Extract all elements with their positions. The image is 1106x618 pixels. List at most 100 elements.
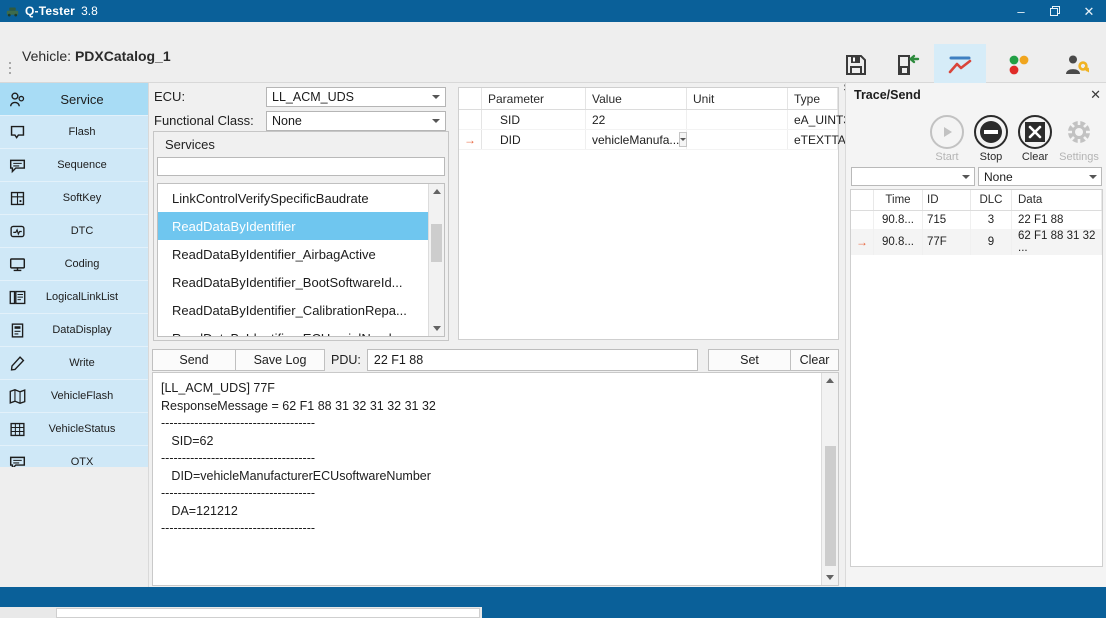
- gear-icon: [1062, 115, 1096, 149]
- trace-filter-left-select[interactable]: [851, 167, 975, 186]
- col-data[interactable]: Data: [1011, 190, 1102, 211]
- trace-settings-button[interactable]: Settings: [1057, 115, 1101, 163]
- sidebar-item-logicallinklist[interactable]: LogicalLinkList: [0, 281, 148, 314]
- sidebar-item-label: Write: [69, 357, 95, 369]
- col-parameter[interactable]: Parameter: [481, 88, 586, 110]
- sidebar: Service Flash Sequence SoftKey DTC Codin…: [0, 83, 149, 618]
- list-icon: [0, 289, 34, 306]
- service-list-item[interactable]: ReadDataByIdentifier_ECUserialNumber: [158, 324, 444, 337]
- cell-dlc: 3: [970, 210, 1012, 229]
- functional-class-label: Functional Class:: [154, 113, 254, 128]
- table-row[interactable]: SID 22 eA_UINT32: [459, 109, 857, 130]
- sidebar-item-service[interactable]: Service: [0, 83, 148, 116]
- col-marker[interactable]: [459, 88, 482, 110]
- sidebar-item-sequence[interactable]: Sequence: [0, 149, 148, 182]
- table-row[interactable]: 90.8... 715 3 22 F1 88: [851, 210, 1102, 229]
- restore-button[interactable]: [1038, 0, 1072, 22]
- services-title: Services: [154, 132, 448, 157]
- service-list-item[interactable]: ReadDataByIdentifier_AirbagActive: [158, 240, 444, 268]
- sidebar-item-label: LogicalLinkList: [45, 291, 119, 303]
- close-button[interactable]: ✕: [1072, 0, 1106, 22]
- trace-clear-button[interactable]: Clear: [1013, 115, 1057, 163]
- chevron-down-icon[interactable]: [679, 132, 688, 147]
- col-value[interactable]: Value: [585, 88, 687, 110]
- taskbar-window-preview[interactable]: [56, 608, 480, 618]
- sidebar-item-softkey[interactable]: SoftKey: [0, 182, 148, 215]
- pdu-input[interactable]: 22 F1 88: [366, 349, 698, 371]
- trace-controls: Start Stop Clear Settings: [846, 107, 1106, 163]
- sidebar-item-datadisplay[interactable]: DataDisplay: [0, 314, 148, 347]
- trace-panel-title: Trace/Send: [854, 88, 921, 102]
- cell-parameter: DID: [481, 129, 586, 150]
- cell-value[interactable]: 22: [585, 109, 687, 130]
- services-filter-input[interactable]: [157, 157, 445, 176]
- sidebar-item-vehiclestatus[interactable]: VehicleStatus: [0, 413, 148, 446]
- trace-panel-header: Trace/Send ✕: [846, 83, 1106, 107]
- table-row[interactable]: → DID vehicleManufa... eTEXTTABLE: [459, 129, 868, 150]
- service-list-item[interactable]: LinkControlVerifySpecificBaudrate: [158, 184, 444, 212]
- table-row[interactable]: → 90.8... 77F 9 62 F1 88 31 32 ...: [851, 229, 1102, 255]
- sidebar-item-label: DTC: [70, 225, 94, 237]
- scroll-down-button[interactable]: [822, 570, 837, 585]
- send-bar: Send Save Log PDU: 22 F1 88 Set Clear: [152, 349, 839, 371]
- parameter-table: Parameter Value Unit Type SID 22 eA_UINT…: [459, 88, 868, 150]
- status-bar: [0, 587, 1106, 605]
- cell-time: 90.8...: [873, 229, 923, 255]
- scrollbar-thumb[interactable]: [431, 224, 442, 262]
- scroll-down-button[interactable]: [429, 321, 444, 336]
- trace-filter-row: None: [846, 163, 1106, 186]
- trace-filter-right-select[interactable]: None: [978, 167, 1102, 186]
- vehicle-label: Vehicle:: [22, 48, 75, 64]
- cell-id: 77F: [922, 229, 971, 255]
- cell-dlc: 9: [970, 229, 1012, 255]
- col-unit[interactable]: Unit: [686, 88, 788, 110]
- services-scrollbar[interactable]: [428, 184, 444, 336]
- clear-button[interactable]: Clear: [790, 349, 839, 371]
- service-list-item-selected[interactable]: ReadDataByIdentifier: [158, 212, 444, 240]
- services-list[interactable]: LinkControlVerifySpecificBaudrate ReadDa…: [157, 183, 445, 337]
- trace-table-wrapper[interactable]: Time ID DLC Data 90.8... 715 3 22 F1 88: [850, 189, 1103, 567]
- sidebar-item-label: Coding: [64, 258, 100, 270]
- save-icon: [844, 49, 868, 81]
- scrollbar-thumb[interactable]: [825, 446, 836, 566]
- row-marker-arrow: →: [459, 129, 482, 150]
- trace-start-button[interactable]: Start: [925, 115, 969, 163]
- trace-settings-label: Settings: [1059, 151, 1099, 163]
- sidebar-item-label: Service: [60, 91, 104, 107]
- taskbar-blue-area: [482, 607, 1106, 618]
- drag-grip-icon[interactable]: [9, 62, 12, 76]
- cell-value-dropdown[interactable]: vehicleManufa...: [585, 129, 688, 150]
- sidebar-item-dtc[interactable]: DTC: [0, 215, 148, 248]
- open-icon: [896, 49, 920, 81]
- sidebar-item-coding[interactable]: Coding: [0, 248, 148, 281]
- row-marker: [459, 109, 482, 130]
- functional-class-select[interactable]: None: [266, 111, 446, 131]
- cell-type: eA_UINT32: [787, 109, 857, 130]
- minimize-button[interactable]: –: [1004, 0, 1038, 22]
- send-button[interactable]: Send: [152, 349, 236, 371]
- col-time[interactable]: Time: [873, 190, 923, 211]
- ecu-select[interactable]: LL_ACM_UDS: [266, 87, 446, 107]
- cell-data: 62 F1 88 31 32 ...: [1011, 229, 1102, 255]
- close-icon[interactable]: ✕: [1090, 87, 1101, 103]
- title-bar: Q-Tester 3.8 – ✕: [0, 0, 1106, 22]
- parameter-table-head: Parameter Value Unit Type: [459, 88, 838, 110]
- col-dlc[interactable]: DLC: [970, 190, 1012, 211]
- col-id[interactable]: ID: [922, 190, 971, 211]
- log-scrollbar[interactable]: [821, 373, 838, 585]
- scroll-up-button[interactable]: [822, 373, 837, 388]
- sidebar-item-vehicleflash[interactable]: VehicleFlash: [0, 380, 148, 413]
- log-panel[interactable]: [LL_ACM_UDS] 77F ResponseMessage = 62 F1…: [152, 372, 839, 586]
- cell-unit: [686, 109, 788, 130]
- set-button[interactable]: Set: [708, 349, 791, 371]
- scroll-up-button[interactable]: [429, 184, 444, 199]
- col-type[interactable]: Type: [787, 88, 838, 110]
- save-log-button[interactable]: Save Log: [235, 349, 325, 371]
- col-marker[interactable]: [851, 190, 874, 211]
- service-list-item[interactable]: ReadDataByIdentifier_CalibrationRepa...: [158, 296, 444, 324]
- sidebar-item-flash[interactable]: Flash: [0, 116, 148, 149]
- sidebar-item-label: SoftKey: [62, 192, 102, 204]
- service-list-item[interactable]: ReadDataByIdentifier_BootSoftwareId...: [158, 268, 444, 296]
- sidebar-item-write[interactable]: Write: [0, 347, 148, 380]
- trace-stop-button[interactable]: Stop: [969, 115, 1013, 163]
